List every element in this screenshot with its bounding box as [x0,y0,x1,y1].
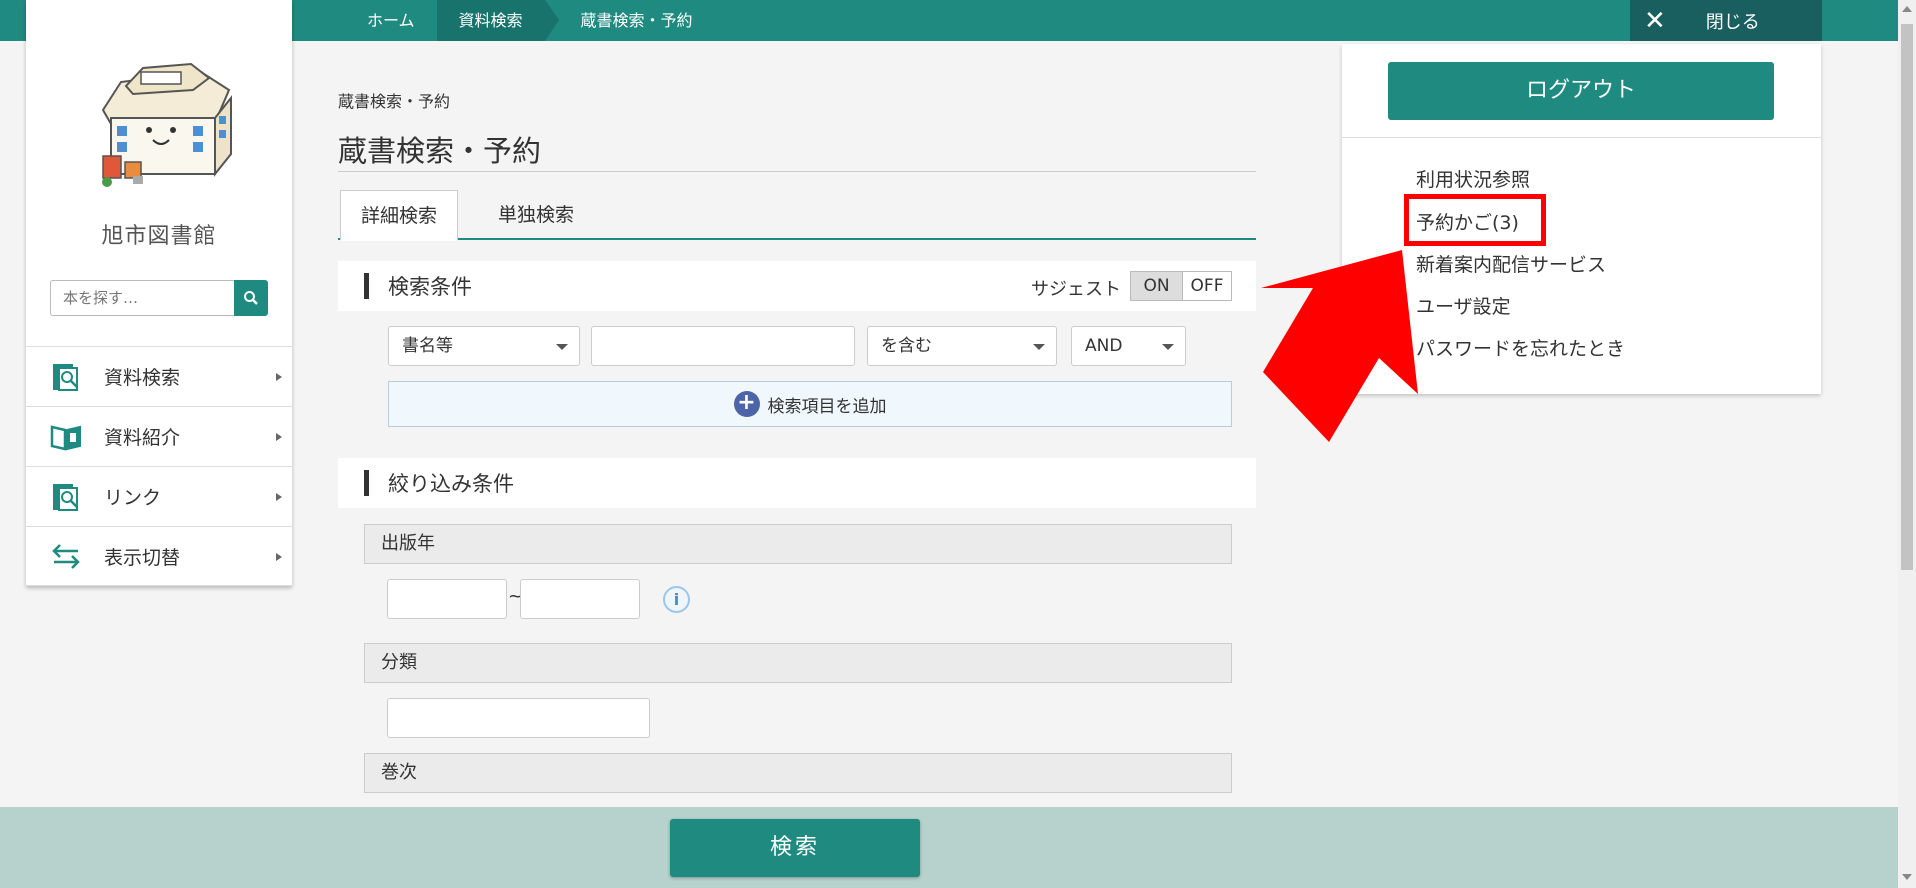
scroll-thumb[interactable] [1901,24,1913,570]
volume-header: 巻次 [364,753,1232,793]
publish-year-header: 出版年 [364,524,1232,564]
sidebar-item-label: 表示切替 [104,546,181,569]
forgot-password-link[interactable]: パスワードを忘れたとき [1416,334,1625,361]
sidebar-item-display-toggle[interactable]: 表示切替 [26,526,292,586]
plus-icon: + [733,391,760,417]
suggest-toggle-on[interactable]: ON [1131,272,1182,300]
tab-detailed-search[interactable]: 詳細検索 [340,190,459,241]
sidebar-search-button[interactable] [234,280,268,316]
search-term-input[interactable] [591,326,855,366]
publish-year-from-input[interactable] [387,579,507,619]
chevron-right-icon [276,553,282,561]
vertical-scrollbar[interactable] [1898,0,1916,888]
tab-single-search[interactable]: 単独検索 [478,190,594,240]
sidebar: 旭市図書館 資料検索 資料紹介 [26,0,292,586]
bottom-action-bar [0,807,1898,888]
chevron-down-icon [1162,344,1174,350]
open-book-icon [50,424,81,451]
library-name: 旭市図書館 [101,224,217,249]
classification-header: 分類 [364,643,1232,683]
scroll-down-icon[interactable] [1902,874,1912,880]
add-search-item-button[interactable]: + 検索項目を追加 [388,381,1232,427]
highlight-box [1404,194,1546,246]
sidebar-menu: 資料検索 資料紹介 リンク 表示切替 [26,346,292,586]
sidebar-item-material-intro[interactable]: 資料紹介 [26,406,292,466]
chevron-right-icon [276,493,282,501]
add-search-item-label: 検索項目を追加 [767,396,887,417]
chevron-down-icon [556,344,568,350]
close-button[interactable]: ✕ 閉じる [1630,0,1822,41]
section-marker [364,273,369,299]
chevron-right-icon [276,373,282,381]
library-logo[interactable] [81,58,241,188]
field-select[interactable]: 書名等 [388,326,580,366]
filter-conditions-title: 絞り込み条件 [388,472,514,496]
scroll-up-icon[interactable] [1902,6,1912,12]
suggest-toggle-off[interactable]: OFF [1182,272,1231,300]
swap-arrows-icon [52,544,80,569]
new-arrivals-service-link[interactable]: 新着案内配信サービス [1416,250,1606,277]
operator-select[interactable]: AND [1071,326,1186,366]
page-breadcrumb: 蔵書検索・予約 [338,92,451,111]
search-conditions-title: 検索条件 [388,275,472,299]
breadcrumb-current: 蔵書検索・予約 [580,11,693,30]
breadcrumb-home[interactable]: ホーム [345,0,437,41]
classification-input[interactable] [387,698,650,738]
field-select-value: 書名等 [402,336,453,356]
breadcrumb: ホーム 資料検索 蔵書検索・予約 [345,0,715,41]
breadcrumb-material-search[interactable]: 資料検索 [436,0,559,41]
close-label: 閉じる [1705,11,1760,33]
usage-status-link[interactable]: 利用状況参照 [1416,165,1530,192]
search-button[interactable]: 検索 [670,819,920,877]
search-tabs: 詳細検索 単独検索 [338,190,1256,241]
sidebar-item-label: 資料紹介 [104,427,181,449]
magnifier-book-icon [53,483,78,511]
sidebar-item-label: リンク [104,487,162,509]
suggest-label: サジェスト [1031,279,1121,300]
sidebar-search-input[interactable] [50,280,234,316]
publish-year-to-input[interactable] [520,579,640,619]
magnifier-book-icon [53,363,78,391]
filter-conditions-header: 絞り込み条件 [338,458,1256,508]
section-marker [364,470,369,496]
match-select[interactable]: を含む [867,326,1057,366]
chevron-right-icon [276,433,282,441]
match-select-value: を含む [881,336,932,356]
sidebar-item-material-search[interactable]: 資料検索 [26,346,292,406]
sidebar-item-links[interactable]: リンク [26,466,292,526]
page-title: 蔵書検索・予約 [338,134,542,168]
annotation-arrow-icon [1261,250,1418,442]
chevron-down-icon [1033,344,1045,350]
title-divider [338,171,1256,172]
sidebar-item-label: 資料検索 [104,367,181,389]
sidebar-search [50,280,294,316]
suggest-toggle[interactable]: ON OFF [1130,271,1232,301]
close-icon: ✕ [1644,5,1666,36]
operator-select-value: AND [1085,336,1123,356]
logout-button[interactable]: ログアウト [1388,62,1774,120]
info-icon[interactable]: i [663,586,690,613]
search-conditions-header: 検索条件 サジェスト ON OFF [338,261,1256,311]
panel-divider [1342,137,1821,138]
search-icon [244,291,258,305]
